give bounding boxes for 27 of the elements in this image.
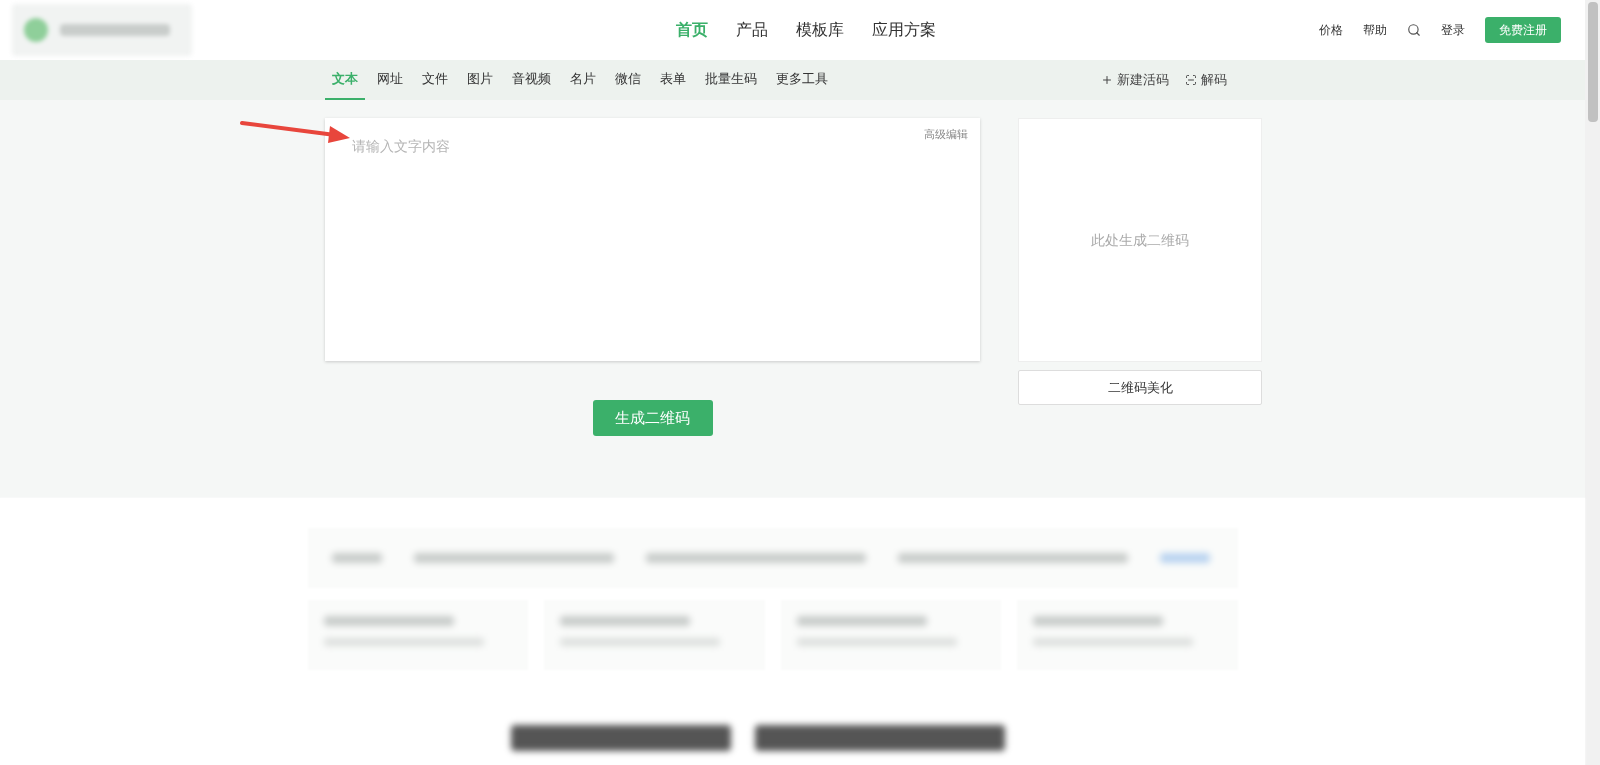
blurred-text (331, 553, 382, 563)
scan-icon (1185, 74, 1197, 86)
tab[interactable]: 文件 (415, 60, 455, 100)
blurred-text (1159, 553, 1210, 563)
tab[interactable]: 批量生码 (698, 60, 764, 100)
tab[interactable]: 更多工具 (769, 60, 835, 100)
tab[interactable]: 名片 (563, 60, 603, 100)
tab[interactable]: 网址 (370, 60, 410, 100)
tab[interactable]: 音视频 (505, 60, 558, 100)
text-editor[interactable]: 请输入文字内容 高级编辑 (325, 118, 980, 361)
search-icon[interactable] (1407, 23, 1421, 37)
header-link[interactable]: 价格 (1319, 21, 1343, 39)
login-link[interactable]: 登录 (1441, 21, 1465, 39)
beautify-button[interactable]: 二维码美化 (1018, 370, 1262, 405)
decode-link[interactable]: 解码 (1185, 70, 1227, 90)
header-link[interactable]: 帮助 (1363, 21, 1387, 39)
nav-link[interactable]: 产品 (735, 18, 768, 42)
tab[interactable]: 图片 (460, 60, 500, 100)
tab[interactable]: 微信 (608, 60, 648, 100)
plus-icon (1101, 74, 1113, 86)
nav-link[interactable]: 应用方案 (871, 18, 936, 42)
qr-placeholder-text: 此处生成二维码 (1091, 230, 1189, 250)
nav-link[interactable]: 模板库 (795, 18, 844, 42)
advanced-edit-link[interactable]: 高级编辑 (924, 126, 968, 143)
tab[interactable]: 表单 (653, 60, 693, 100)
scrollbar[interactable] (1585, 0, 1600, 765)
new-link[interactable]: 新建活码 (1101, 70, 1169, 90)
